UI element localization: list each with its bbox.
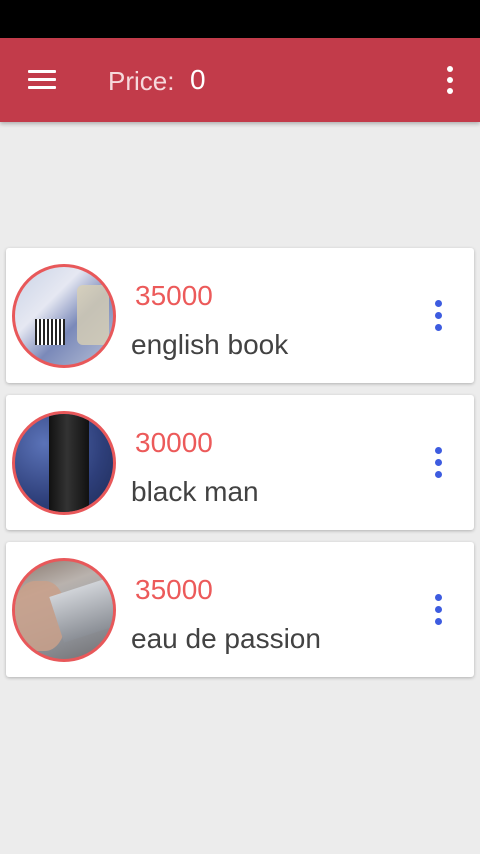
item-more-button[interactable] [430, 590, 446, 630]
product-thumbnail [12, 411, 116, 515]
product-name: english book [131, 329, 289, 360]
overflow-menu-button[interactable] [438, 60, 462, 100]
item-more-button[interactable] [430, 443, 446, 483]
product-thumbnail [12, 264, 116, 368]
product-price: 35000 [135, 574, 213, 605]
product-name: eau de passion [131, 623, 321, 654]
item-more-button[interactable] [430, 296, 446, 336]
product-card[interactable]: 35000 eau de passion [6, 542, 474, 677]
app-bar: Price: 0 [0, 38, 480, 122]
product-thumbnail [12, 558, 116, 662]
product-price: 30000 [135, 427, 213, 458]
product-name: black man [131, 476, 259, 507]
product-card[interactable]: 30000 black man [6, 395, 474, 530]
product-card[interactable]: 35000 english book [6, 248, 474, 383]
menu-button[interactable] [14, 58, 70, 102]
price-label: Price: [108, 66, 175, 96]
price-value: 0 [190, 64, 206, 95]
product-price: 35000 [135, 280, 213, 311]
status-bar [0, 0, 480, 38]
